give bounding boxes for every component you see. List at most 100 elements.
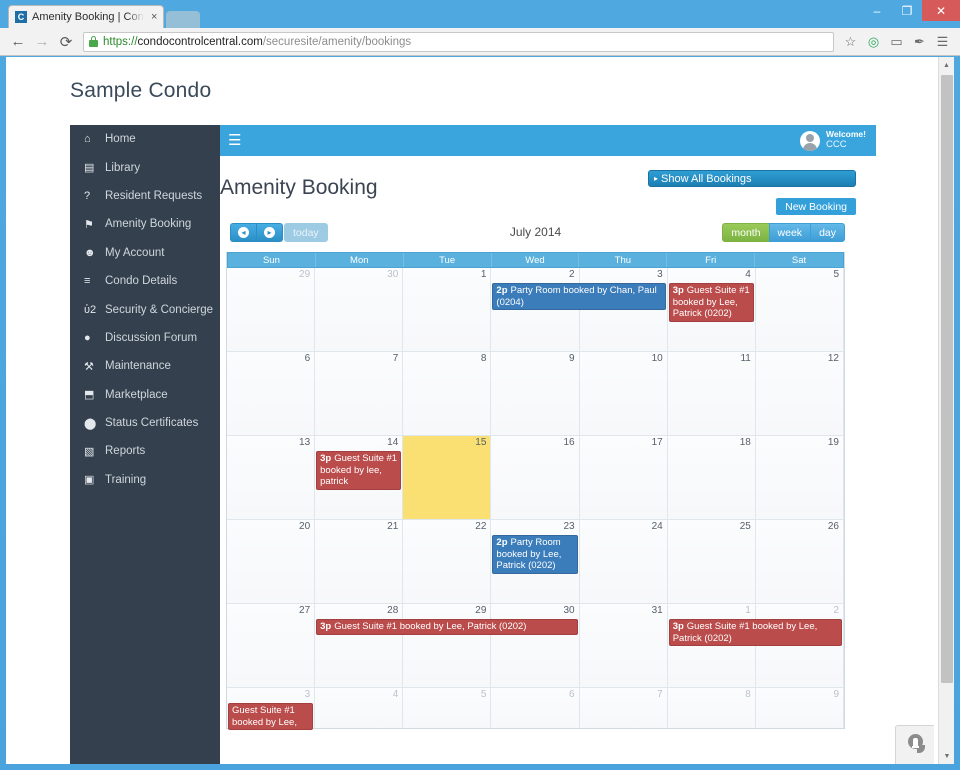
minimize-button[interactable]: – [862,0,892,21]
calendar-day-cell[interactable]: 26 [755,520,844,603]
new-booking-label: New Booking [785,200,847,213]
calendar-event[interactable]: 3p Guest Suite #1 booked by lee, patrick [316,451,402,490]
address-bar[interactable]: https://condocontrolcentral.com/securesi… [83,31,834,52]
calendar-day-cell[interactable]: 18 [667,436,756,519]
browser-menu-icon[interactable]: ☰ [931,30,954,53]
cast-screen-icon[interactable]: ▭ [885,30,908,53]
calendar-event[interactable]: 2p Party Room booked by Chan, Paul (0204) [492,283,666,311]
calendar-day-cell[interactable]: 7 [579,688,668,728]
day-number: 4 [392,689,399,700]
calendar-event[interactable]: 2p Party Room booked by Lee, Patrick (020… [492,535,578,574]
calendar-event[interactable]: 3p Guest Suite #1 booked by Lee, Patrick … [668,283,754,322]
sidebar-item-condo-details[interactable]: ≡ Condo Details [70,267,220,295]
sidebar-item-label: Status Certificates [105,417,199,430]
maximize-button[interactable]: ❐ [892,0,922,21]
sidebar-item-security-concierge[interactable]: ὑ2 Security & Concierge [70,295,220,323]
calendar-day-cell[interactable]: 20 [227,520,316,603]
sidebar-item-home[interactable]: ⌂ Home [70,125,220,153]
calendar-week: 6 7 8 9 10 11 12 [227,352,844,436]
calendar-day-cell[interactable]: 15 [403,436,492,519]
calendar-day-cell[interactable]: 6 [491,688,580,728]
help-feedback-button[interactable] [895,725,934,764]
day-header-sat: Sat [791,254,807,266]
close-window-button[interactable]: ✕ [922,0,960,21]
sidebar-item-my-account[interactable]: ☻ My Account [70,239,220,267]
day-number: 10 [651,353,663,364]
calendar-day-cell[interactable]: 22 [403,520,492,603]
caret-right-icon: ▸ [654,174,659,183]
sidebar-item-discussion-forum[interactable]: ● Discussion Forum [70,324,220,352]
view-week-button[interactable]: week [768,223,811,242]
sidebar-item-reports[interactable]: ▧ Reports [70,437,220,465]
tab-close-icon[interactable]: × [151,11,157,23]
calendar-event[interactable]: 3p Guest Suite #1 booked by Lee, Patrick … [316,619,578,635]
calendar-day-cell[interactable]: 24 [579,520,668,603]
bookmark-star-icon[interactable]: ☆ [839,30,862,53]
sidebar-icon: ⚑ [84,218,94,231]
calendar-day-cell[interactable]: 5 [403,688,492,728]
sidebar-item-resident-requests[interactable]: ? Resident Requests [70,182,220,210]
page-scrollbar[interactable]: ▲ ▼ [938,57,954,764]
sidebar-icon: ὑ2 [84,303,97,316]
sidebar-item-training[interactable]: ▣ Training [70,466,220,494]
reload-icon: ⟳ [59,33,73,51]
calendar-day-cell[interactable]: 25 [667,520,756,603]
calendar-day-cell[interactable]: 17 [579,436,668,519]
calendar-day-cell[interactable]: 29 [227,268,316,351]
calendar-day-cell[interactable]: 10 [579,352,668,435]
calendar-day-cell[interactable]: 11 [667,352,756,435]
extension-icon[interactable]: ◎ [862,30,885,53]
sidebar-item-status-certificates[interactable]: ⬤ Status Certificates [70,409,220,437]
sidebar-item-marketplace[interactable]: ⬒ Marketplace [70,381,220,409]
scrollbar-thumb[interactable] [941,75,953,683]
view-day-button[interactable]: day [810,223,845,242]
calendar-day-cell[interactable]: 31 [579,604,668,687]
scroll-down-icon[interactable]: ▼ [939,748,955,764]
reload-button[interactable]: ⟳ [54,30,78,54]
calendar-day-cell[interactable]: 30 [491,604,580,687]
calendar-day-cell[interactable]: 21 [315,520,404,603]
calendar-day-cell[interactable]: 28 [315,604,404,687]
sidebar-icon: ☻ [84,246,96,259]
sidebar-item-label: Resident Requests [105,189,203,202]
pin-icon[interactable]: ✒ [908,30,931,53]
calendar-day-cell[interactable]: 19 [755,436,844,519]
calendar-day-cell[interactable]: 27 [227,604,316,687]
calendar-day-cell[interactable]: 4 [315,688,404,728]
browser-tab[interactable]: C Amenity Booking | Condo × [8,5,165,28]
user-menu[interactable]: Welcome! CCC [800,129,866,151]
day-number: 22 [475,521,487,532]
calendar-day-cell[interactable]: 29 [403,604,492,687]
calendar-day-cell[interactable]: 6 [227,352,316,435]
calendar-day-cell[interactable]: 12 [755,352,844,435]
calendar-day-cell[interactable]: 16 [491,436,580,519]
calendar-day-cell[interactable]: 7 [315,352,404,435]
show-all-bookings-button[interactable]: ▸ Show All Bookings [648,170,856,187]
sidebar-item-maintenance[interactable]: ⚒ Maintenance [70,352,220,380]
new-booking-button[interactable]: New Booking [776,198,856,215]
calendar-day-cell[interactable]: 5 [755,268,844,351]
sidebar-item-library[interactable]: ▤ Library [70,153,220,181]
calendar-day-cell[interactable]: 9 [755,688,844,728]
view-month-button[interactable]: month [722,223,769,242]
back-button[interactable]: ← [6,30,30,54]
forward-button[interactable]: → [30,30,54,54]
sidebar-toggle-icon[interactable]: ☰ [228,133,241,148]
calendar-event[interactable]: 3p Guest Suite #1 booked by Lee, Patrick … [668,619,842,647]
scroll-up-icon[interactable]: ▲ [939,57,954,73]
tab-strip: C Amenity Booking | Condo × [8,5,201,28]
day-header-fri: Fri [667,253,756,267]
url-scheme: https:// [103,35,138,48]
calendar-day-cell[interactable]: 8 [667,688,756,728]
calendar-event[interactable]: Guest Suite #1 booked by Lee, [228,703,314,731]
calendar-day-cell[interactable]: 9 [491,352,580,435]
calendar-day-cell[interactable]: 8 [403,352,492,435]
day-number: 6 [569,689,575,700]
calendar-day-cell[interactable]: 30 [315,268,404,351]
new-tab-button[interactable] [166,11,201,28]
calendar-day-cell[interactable]: 13 [227,436,316,519]
day-number: 8 [480,353,487,364]
sidebar-item-amenity-booking[interactable]: ⚑ Amenity Booking [70,210,220,238]
calendar-day-cell[interactable]: 1 [403,268,492,351]
site-brand: Sample Condo [70,79,212,102]
